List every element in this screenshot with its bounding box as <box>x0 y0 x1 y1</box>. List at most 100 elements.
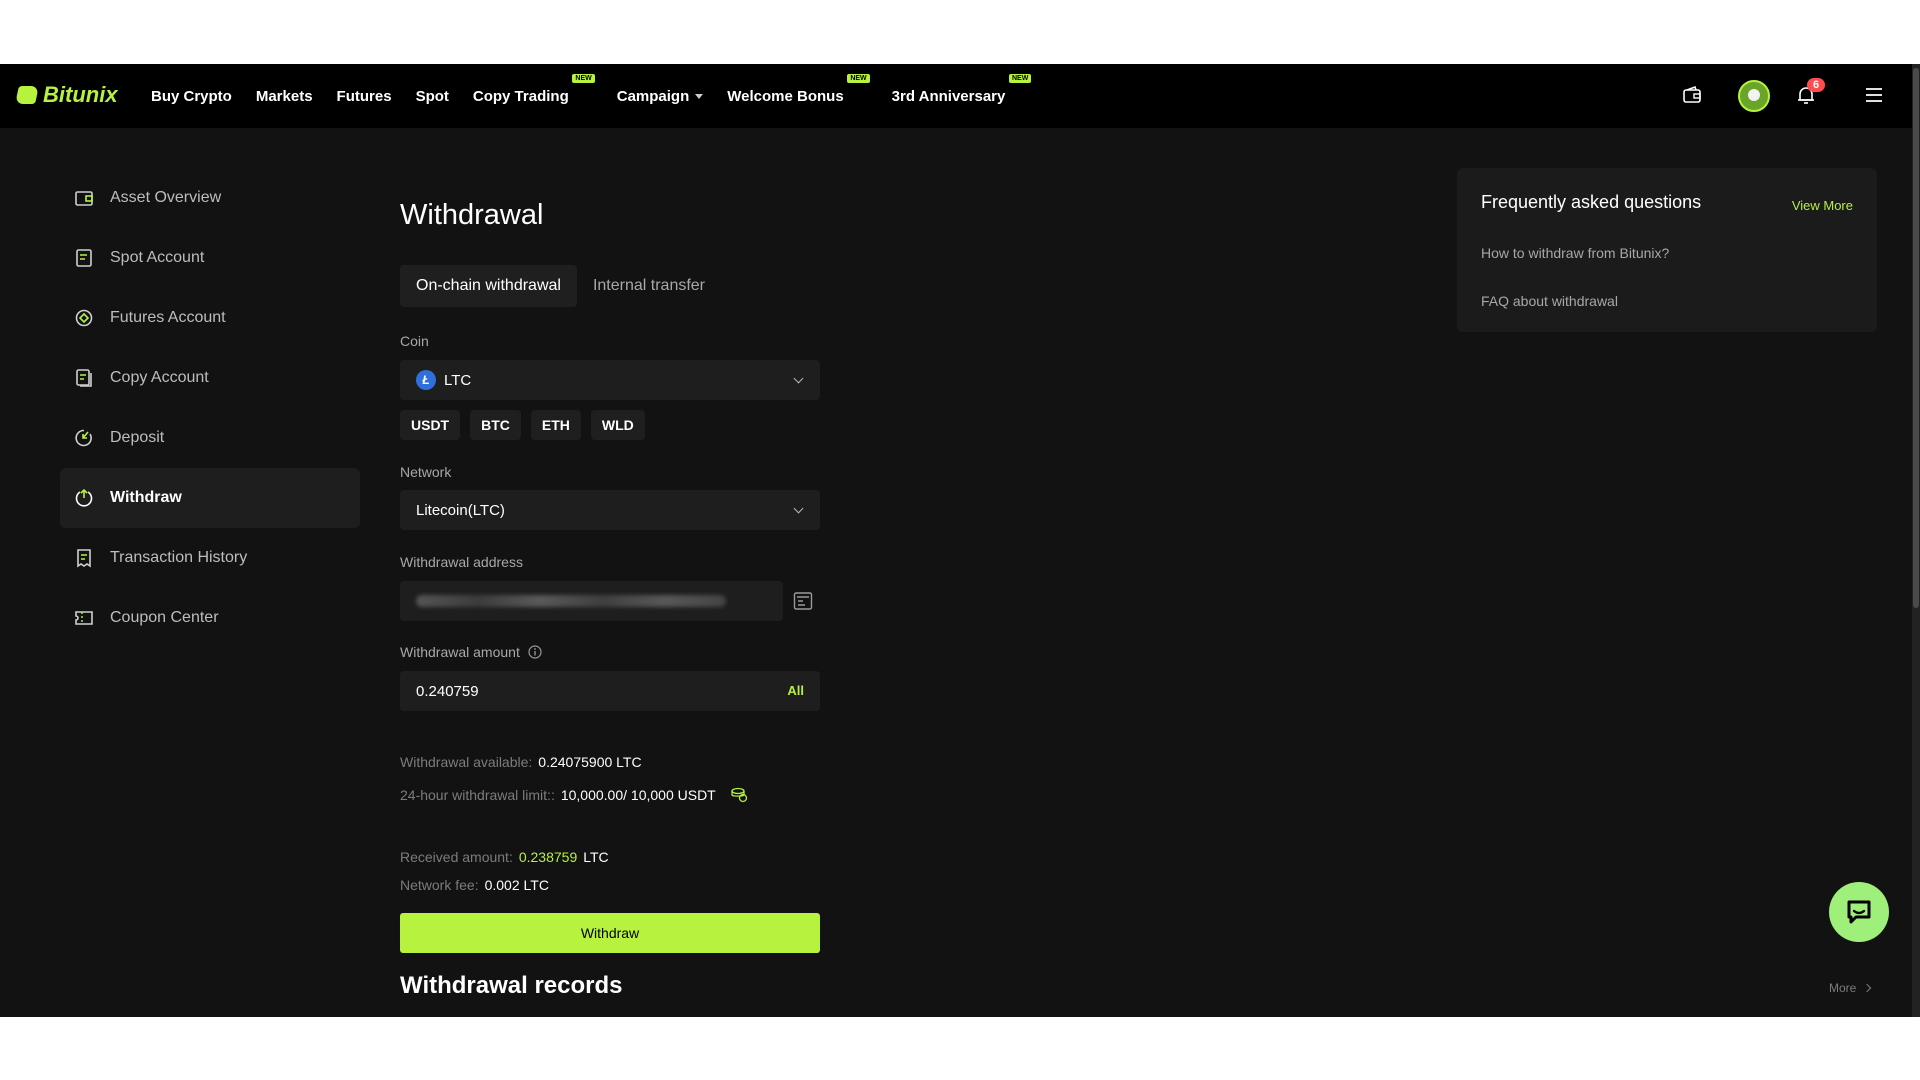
nav-label: 3rd Anniversary <box>891 87 1006 105</box>
withdrawal-limit-value: 10,000.00/ 10,000 USDT <box>560 787 716 803</box>
withdrawal-address-label: Withdrawal address <box>400 554 523 570</box>
withdrawal-tabs: On-chain withdrawal Internal transfer <box>400 265 721 307</box>
received-amount-unit: LTC <box>583 849 609 865</box>
coupon-icon <box>75 611 93 625</box>
withdrawal-records-title: Withdrawal records <box>400 972 623 999</box>
withdrawal-limit-label: 24-hour withdrawal limit:: <box>400 787 555 803</box>
coins-icon[interactable] <box>730 787 748 803</box>
withdrawal-amount-label-row: Withdrawal amount <box>400 644 542 660</box>
wallet-icon[interactable] <box>1682 85 1702 105</box>
deposit-icon <box>75 429 92 447</box>
chat-icon <box>1847 900 1871 924</box>
withdrawal-amount-label: Withdrawal amount <box>400 644 520 660</box>
avatar[interactable] <box>1738 80 1770 112</box>
faq-view-more-link[interactable]: View More <box>1792 198 1853 213</box>
brand-logo-mark <box>15 86 39 104</box>
coin-chip-usdt[interactable]: USDT <box>400 410 461 440</box>
withdrawal-available-value: 0.24075900 LTC <box>538 754 642 770</box>
main-nav: Buy Crypto Markets Futures Spot Copy Tra… <box>151 64 1032 128</box>
nav-buy-crypto[interactable]: Buy Crypto <box>151 88 232 105</box>
nav-label: Copy Trading <box>472 87 569 105</box>
nav-label: Welcome Bonus <box>727 87 844 105</box>
support-chat-button[interactable] <box>1829 882 1889 942</box>
tab-internal-transfer[interactable]: Internal transfer <box>577 265 721 307</box>
coin-selected-value: LTC <box>444 371 472 389</box>
coin-chip-eth[interactable]: ETH <box>530 410 581 440</box>
nav-copy-trading[interactable]: Copy Trading NEW <box>472 73 595 105</box>
withdrawal-amount-value: 0.240759 <box>416 682 479 700</box>
nav-spot[interactable]: Spot <box>416 88 449 105</box>
received-amount-label: Received amount: <box>400 849 513 865</box>
litecoin-icon: Ł <box>416 370 436 390</box>
sidebar-item-coupon-center[interactable]: Coupon Center <box>60 588 360 648</box>
chevron-down-icon <box>695 93 704 99</box>
network-fee-label: Network fee: <box>400 877 479 893</box>
wallet-icon <box>75 191 93 206</box>
sidebar-item-label: Deposit <box>110 429 165 446</box>
nav-3rd-anniversary[interactable]: 3rd Anniversary NEW <box>891 73 1032 105</box>
network-label: Network <box>400 464 452 480</box>
brand-logo[interactable]: Bitunix <box>15 82 118 108</box>
sidebar-item-label: Asset Overview <box>110 189 222 206</box>
sidebar-item-deposit[interactable]: Deposit <box>60 408 360 468</box>
all-amount-button[interactable]: All <box>787 683 804 698</box>
brand-name: Bitunix <box>43 82 118 107</box>
nav-label: Campaign <box>616 87 690 105</box>
withdrawal-address-input[interactable] <box>400 581 783 621</box>
info-icon[interactable] <box>528 645 542 659</box>
new-badge: NEW <box>572 73 595 83</box>
withdrawal-available-label: Withdrawal available: <box>400 754 533 770</box>
notification-count-badge: 6 <box>1807 78 1826 92</box>
nav-label: Markets <box>255 87 313 105</box>
target-icon <box>75 309 93 327</box>
faq-link-how-to-withdraw[interactable]: How to withdraw from Bitunix? <box>1481 245 1669 261</box>
new-badge: NEW <box>847 73 870 83</box>
nav-welcome-bonus[interactable]: Welcome Bonus NEW <box>727 73 870 105</box>
withdraw-button[interactable]: Withdraw <box>400 913 820 953</box>
coin-chip-wld[interactable]: WLD <box>590 410 645 440</box>
coin-select[interactable]: Ł LTC <box>400 360 820 400</box>
copy-icon <box>76 369 92 387</box>
faq-link-faq-about-withdrawal[interactable]: FAQ about withdrawal <box>1481 293 1618 309</box>
nav-campaign[interactable]: Campaign <box>617 88 704 105</box>
nav-label: Futures <box>336 87 392 105</box>
redacted-address <box>416 595 726 607</box>
coin-chip-btc[interactable]: BTC <box>470 410 521 440</box>
sidebar-item-futures-account[interactable]: Futures Account <box>60 288 360 348</box>
sidebar-item-copy-account[interactable]: Copy Account <box>60 348 360 408</box>
network-fee-row: Network fee: 0.002 LTC <box>400 877 549 893</box>
receipt-icon <box>77 549 91 568</box>
records-more-label: More <box>1829 981 1857 995</box>
address-book-icon[interactable] <box>793 591 813 611</box>
sidebar-item-label: Futures Account <box>110 309 226 326</box>
menu-icon[interactable] <box>1864 85 1884 105</box>
faq-title: Frequently asked questions <box>1481 192 1702 212</box>
nav-label: Spot <box>415 87 449 105</box>
sidebar-item-asset-overview[interactable]: Asset Overview <box>60 168 360 228</box>
page-title: Withdrawal <box>400 199 544 231</box>
withdraw-icon <box>75 488 93 507</box>
quick-coin-chips: USDT BTC ETH WLD <box>400 410 645 440</box>
sidebar-item-spot-account[interactable]: Spot Account <box>60 228 360 288</box>
coin-label: Coin <box>400 333 429 349</box>
nav-markets[interactable]: Markets <box>256 88 313 105</box>
faq-card: Frequently asked questions View More How… <box>1457 168 1877 332</box>
page-scrollbar[interactable] <box>1912 64 1920 1017</box>
sidebar-item-label: Coupon Center <box>110 609 219 626</box>
document-icon <box>76 249 92 267</box>
nav-futures[interactable]: Futures <box>337 88 392 105</box>
records-more-link[interactable]: More <box>1829 981 1872 995</box>
sidebar-item-transaction-history[interactable]: Transaction History <box>60 528 360 588</box>
network-selected-value: Litecoin(LTC) <box>416 501 505 519</box>
sidebar-item-label: Transaction History <box>110 549 248 566</box>
top-navigation-bar: Bitunix Buy Crypto Markets Futures Spot … <box>0 64 1920 128</box>
sidebar-item-label: Withdraw <box>110 489 182 506</box>
chevron-right-icon <box>1863 983 1872 993</box>
network-select[interactable]: Litecoin(LTC) <box>400 490 820 530</box>
new-badge: NEW <box>1009 73 1032 83</box>
network-fee-value: 0.002 LTC <box>484 877 549 893</box>
tab-on-chain-withdrawal[interactable]: On-chain withdrawal <box>400 265 577 307</box>
sidebar-item-withdraw[interactable]: Withdraw <box>60 468 360 528</box>
withdrawal-amount-input[interactable]: 0.240759 All <box>400 671 820 711</box>
account-sidebar: Asset Overview Spot Account Futures Acco… <box>60 168 360 648</box>
